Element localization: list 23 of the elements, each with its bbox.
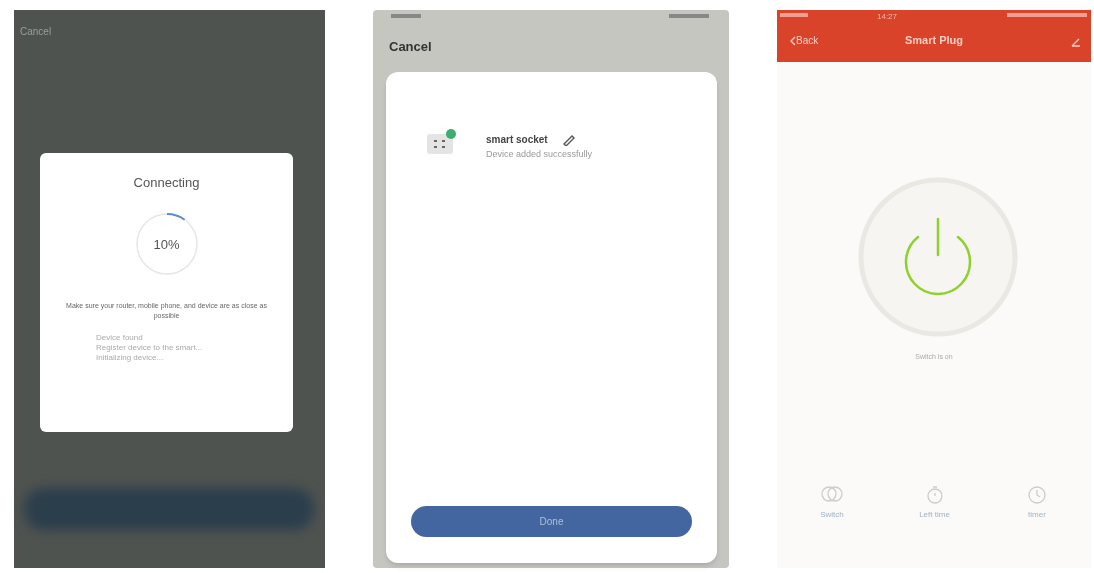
chevron-icon — [789, 35, 796, 46]
step-text: Initializing device... — [96, 352, 165, 363]
step-text: Device found — [96, 332, 144, 343]
back-button[interactable]: Back — [789, 33, 819, 48]
action-button[interactable]: Left time — [909, 485, 960, 521]
screen-title: Smart Plug — [903, 33, 965, 48]
dialog-title: Connecting — [133, 174, 200, 192]
cancel-link[interactable]: Cancel — [20, 24, 52, 39]
edit-icon — [1071, 37, 1081, 47]
toggle-icon — [820, 485, 844, 505]
status-text: Device added successfully — [486, 148, 593, 161]
socket-icon — [426, 129, 456, 155]
action-button[interactable]: timer — [1012, 485, 1062, 521]
cancel-link[interactable]: Cancel — [389, 37, 432, 57]
done-button[interactable]: Done — [411, 506, 692, 537]
progress-percent: 10% — [152, 235, 181, 254]
action-button[interactable]: Switch — [807, 485, 857, 521]
edit-icon — [561, 133, 576, 146]
step-text: Register device to the smart... — [96, 342, 203, 353]
status-time: 14:27 — [877, 11, 898, 23]
clock-icon — [1025, 485, 1049, 505]
power-button[interactable] — [858, 177, 1018, 337]
device-name: smart socket — [486, 133, 548, 147]
